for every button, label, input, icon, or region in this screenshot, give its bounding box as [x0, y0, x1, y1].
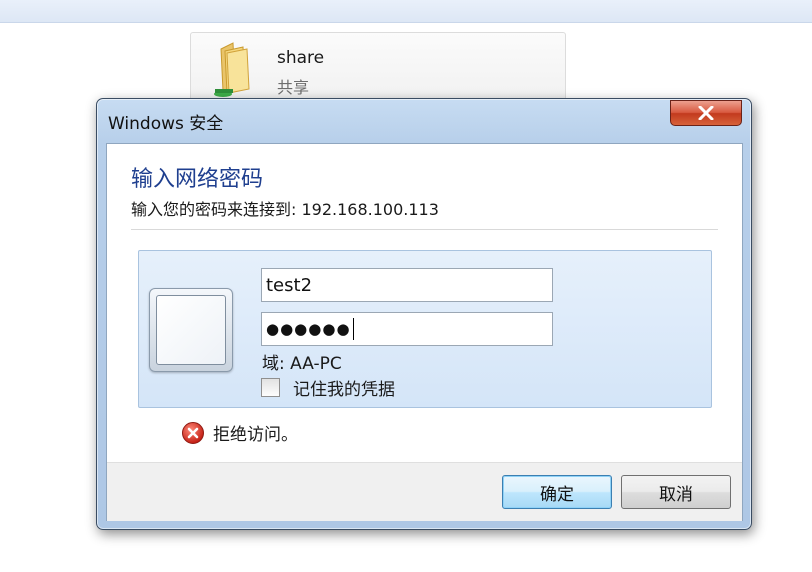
share-folder-item[interactable]: share 共享 — [190, 32, 566, 104]
ok-button[interactable]: 确定 — [502, 475, 612, 509]
error-icon — [182, 421, 204, 444]
close-button[interactable] — [670, 100, 742, 126]
explorer-toolbar — [0, 0, 812, 23]
shared-folder-icon — [214, 42, 250, 97]
close-icon — [698, 106, 714, 120]
remember-checkbox[interactable] — [261, 378, 280, 397]
error-text: 拒绝访问。 — [213, 425, 298, 445]
error-message: 拒绝访问。 — [181, 420, 298, 445]
connect-target-text: 输入您的密码来连接到: 192.168.100.113 — [131, 200, 439, 219]
dialog-content: 输入网络密码 输入您的密码来连接到: 192.168.100.113 test2… — [106, 143, 743, 521]
text-caret — [352, 318, 354, 340]
button-bar: 确定 取消 — [107, 462, 742, 521]
user-tile-icon — [149, 288, 233, 372]
credential-tile-panel: test2 ●●●●●● 域: AA-PC 记住我的凭据 — [138, 250, 712, 408]
password-field[interactable]: ●●●●●● — [261, 312, 553, 346]
cancel-button[interactable]: 取消 — [621, 475, 731, 509]
username-value: test2 — [266, 274, 313, 296]
windows-security-dialog: Windows 安全 输入网络密码 输入您的密码来连接到: 192.168.10… — [96, 98, 752, 530]
dialog-title: Windows 安全 — [108, 114, 224, 134]
remember-credentials[interactable]: 记住我的凭据 — [261, 375, 395, 400]
password-masked-value: ●●●●●● — [266, 320, 351, 338]
main-instruction: 输入网络密码 — [131, 167, 264, 192]
domain-label: 域: AA-PC — [262, 354, 342, 374]
username-field[interactable]: test2 — [261, 268, 553, 302]
share-subtitle: 共享 — [277, 78, 310, 97]
remember-label: 记住我的凭据 — [293, 380, 395, 400]
share-name: share — [277, 48, 325, 68]
separator — [131, 229, 718, 230]
